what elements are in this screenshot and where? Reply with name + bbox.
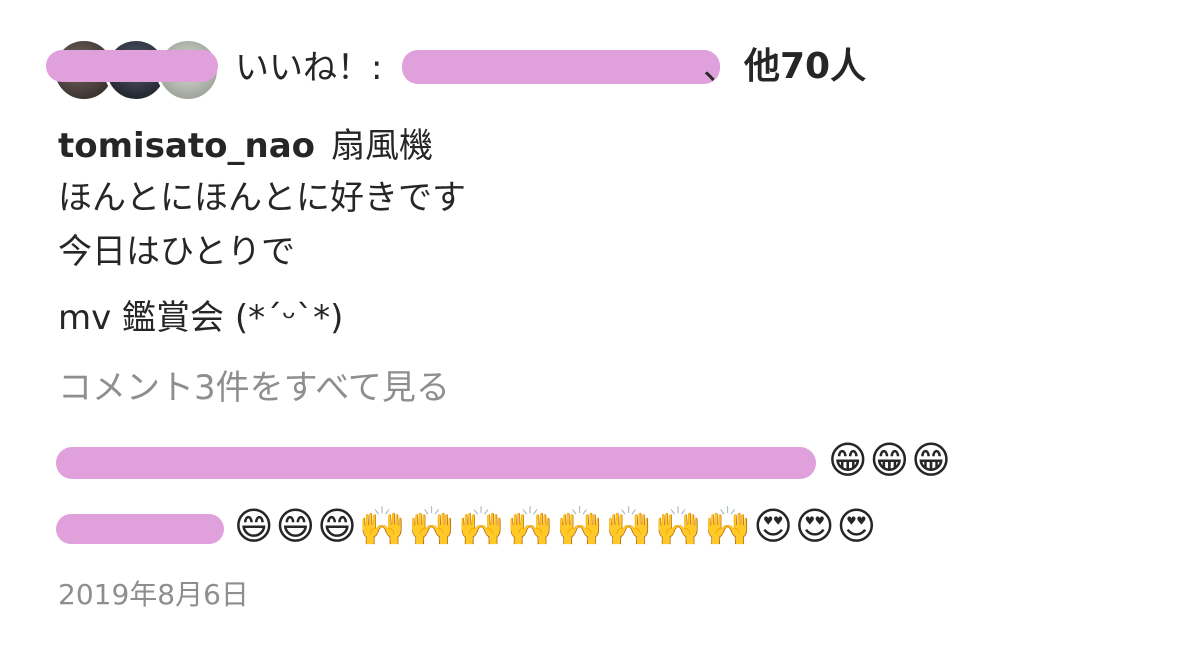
caption-text: mv 鑑賞会 (*´ᵕ`*) xyxy=(58,298,344,338)
caption-text: 今日はひとりで xyxy=(58,232,295,272)
redaction-mark xyxy=(402,50,720,84)
caption-text: 扇風機 xyxy=(331,126,433,166)
view-all-comments-link[interactable]: コメント3件をすべて見る xyxy=(58,366,450,410)
comment-text: 😄😄😄🙌🙌🙌🙌🙌🙌🙌🙌😍😍😍 xyxy=(234,504,879,548)
redaction-mark xyxy=(46,50,218,82)
caption-username[interactable]: tomisato_nao xyxy=(58,126,315,166)
comment-text: 😁😁😁 xyxy=(828,438,953,482)
likes-label: いいね！: xyxy=(235,48,383,88)
likes-separator: 、 xyxy=(703,48,737,88)
caption-text: ほんとにほんとに好きです xyxy=(58,178,466,218)
likes-count-link[interactable]: 他70人 xyxy=(744,45,866,89)
liker-avatars[interactable] xyxy=(46,38,222,102)
redaction-mark xyxy=(56,514,224,544)
post-date: 2019年8月6日 xyxy=(58,578,249,611)
redaction-mark xyxy=(56,447,816,479)
caption-first-line: tomisato_nao 扇風機 xyxy=(58,124,433,168)
